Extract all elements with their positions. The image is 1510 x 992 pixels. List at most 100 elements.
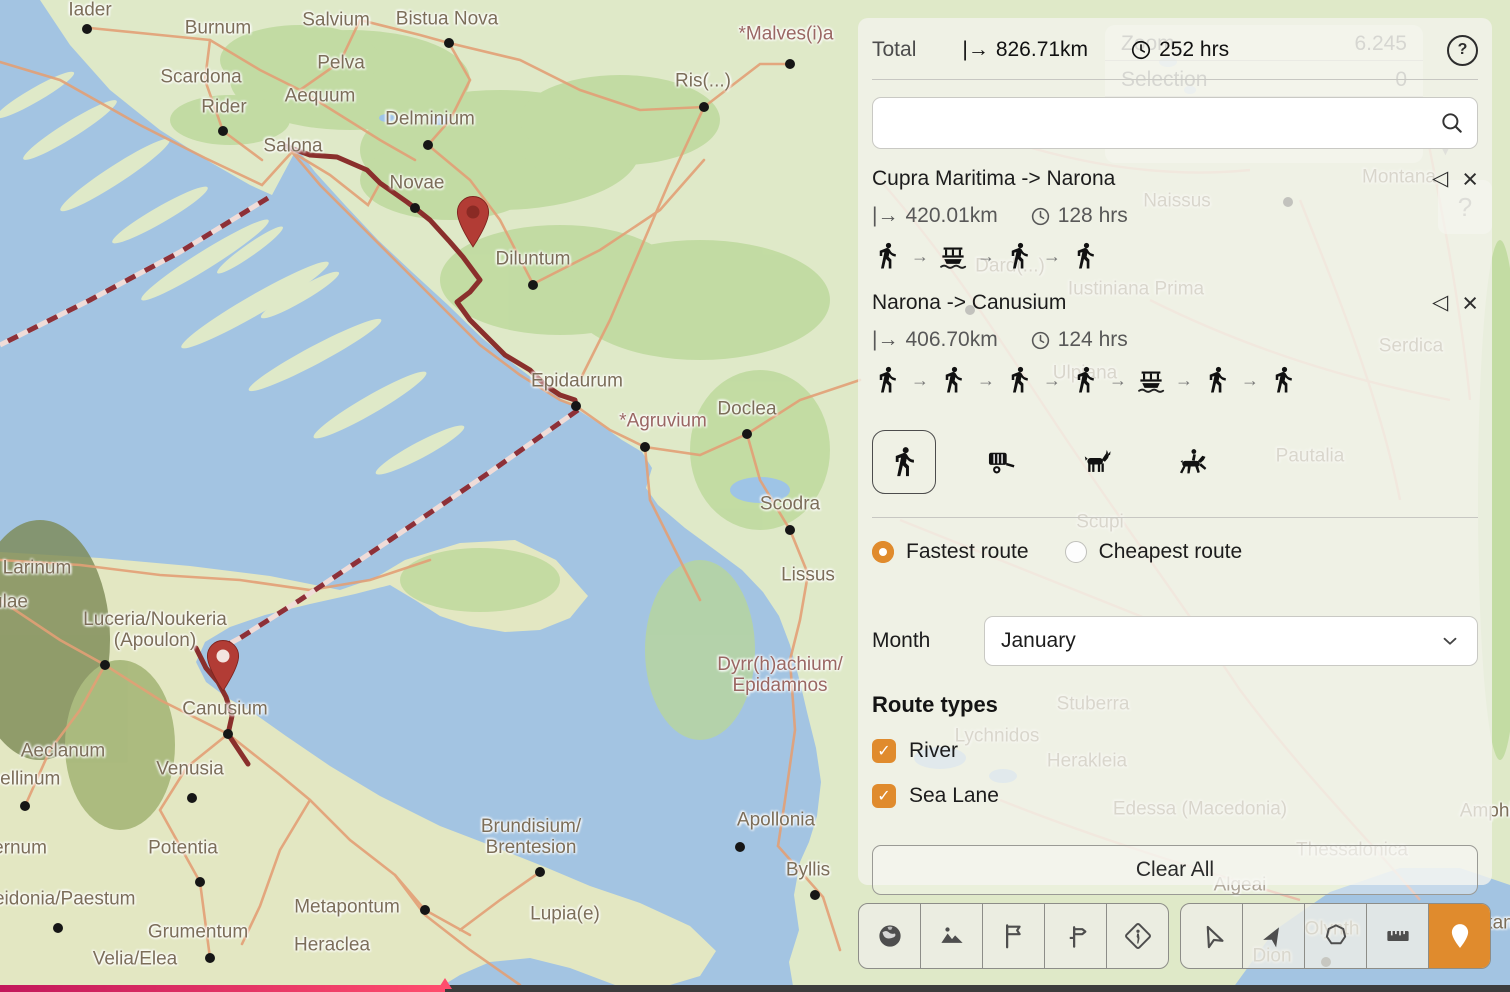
radio-unselected-icon[interactable] [1065,541,1087,563]
city-dot[interactable] [785,525,795,535]
ferry-icon [938,241,968,271]
distance-icon: |→ [962,38,988,62]
city-dot[interactable] [735,842,745,852]
toolbar-globe-button[interactable] [859,904,921,968]
segment-collapse-button[interactable]: ◁ [1432,290,1448,315]
map-tools-toolbar [1180,903,1491,969]
search-button[interactable] [1427,98,1477,148]
polygon-icon [1321,921,1351,951]
checkbox-river[interactable]: ✓ [872,739,896,763]
walk-icon [1202,365,1232,395]
landscape-icon [937,921,967,951]
walk-icon [887,445,921,479]
segment-distance: 420.01km [905,204,997,228]
clear-all-button[interactable]: Clear All [872,845,1478,895]
segment-close-button[interactable]: × [1462,293,1478,313]
city-dot[interactable] [82,24,92,34]
scrubber-handle[interactable] [438,978,452,989]
transport-mode-walk-selected[interactable] [872,430,936,494]
video-scrubber[interactable] [0,985,1510,992]
month-select[interactable]: January [984,616,1478,666]
city-dot[interactable] [100,660,110,670]
radio-selected-icon[interactable] [872,541,894,563]
arrow-right-icon: → [1043,370,1061,391]
transport-mode-horse[interactable] [1162,431,1224,493]
city-dot[interactable] [640,442,650,452]
arrow-right-icon: → [911,246,929,267]
walk-icon [1070,365,1100,395]
search-icon [1439,110,1465,136]
route-panel: Total |→ 826.71km 252 hrs ? Cupra [858,18,1492,885]
toolbar-polygon-button[interactable] [1305,904,1367,968]
segment-collapse-button[interactable]: ◁ [1432,166,1448,191]
panel-header: Total |→ 826.71km 252 hrs ? [872,28,1478,72]
city-dot[interactable] [20,801,30,811]
walk-icon [938,365,968,395]
toolbar-nav-outline-button[interactable] [1181,904,1243,968]
city-dot[interactable] [187,793,197,803]
route-option-radios: Fastest route Cheapest route [872,517,1478,564]
segment-title: Cupra Maritima -> Narona [872,167,1115,191]
city-dot[interactable] [528,280,538,290]
radio-fastest-route[interactable]: Fastest route [872,540,1029,564]
city-dot[interactable] [423,140,433,150]
arrow-right-icon: → [977,370,995,391]
toolbar-signpost-button[interactable] [1045,904,1107,968]
city-dot[interactable] [53,923,63,933]
walk-icon [872,365,902,395]
ferry-icon [1136,365,1166,395]
walk-icon [1070,241,1100,271]
city-dot[interactable] [742,429,752,439]
cart-icon [984,445,1018,479]
app-window: IaderBurnumSalviumBistua NovaPelvaScardo… [0,0,1510,992]
arrow-right-icon: → [1175,370,1193,391]
transport-mode-cart[interactable] [970,431,1032,493]
arrow-right-icon: → [1109,370,1127,391]
nav-filled-icon [1259,921,1289,951]
city-dot[interactable] [223,729,233,739]
city-dot[interactable] [571,401,581,411]
ped-diamond-icon [1123,921,1153,951]
city-dot[interactable] [785,59,795,69]
route-types-heading: Route types [872,692,1478,718]
transport-mode-selector [872,431,1478,493]
city-dot[interactable] [195,877,205,887]
toolbar-flag-button[interactable] [983,904,1045,968]
city-dot[interactable] [218,126,228,136]
panel-help-button[interactable]: ? [1447,35,1478,66]
radio-cheapest-route[interactable]: Cheapest route [1065,540,1243,564]
month-value: January [1001,629,1076,653]
toolbar-landscape-button[interactable] [921,904,983,968]
signpost-icon [1061,921,1091,951]
segment-duration: 128 hrs [1058,204,1128,228]
toolbar-ped-diamond-button[interactable] [1107,904,1168,968]
walk-icon [1004,241,1034,271]
total-distance: |→ 826.71km [962,38,1088,62]
radio-label: Fastest route [906,540,1029,564]
city-dot[interactable] [420,905,430,915]
clock-icon [1030,330,1051,351]
scrubber-progress [0,985,445,992]
toolbar-nav-filled-button[interactable] [1243,904,1305,968]
city-dot[interactable] [410,203,420,213]
transport-mode-donkey[interactable] [1066,431,1128,493]
nav-outline-icon [1197,921,1227,951]
walk-icon [1268,365,1298,395]
segment-close-button[interactable]: × [1462,169,1478,189]
route-segment: Narona -> Canusium◁×|→406.70km124 hrs→→→… [872,290,1478,397]
segment-mode-sequence: →→→→→→ [872,363,1478,397]
city-dot[interactable] [699,102,709,112]
distance-icon: |→ [872,328,898,352]
city-dot[interactable] [205,953,215,963]
flag-icon [999,921,1029,951]
checkbox-sea-lane[interactable]: ✓ [872,784,896,808]
toolbar-pin-button[interactable] [1429,904,1490,968]
city-dot[interactable] [810,890,820,900]
route-type-row: ✓Sea Lane [872,784,1478,808]
search-input[interactable] [873,98,1427,148]
arrow-right-icon: → [977,246,995,267]
route-segments: Cupra Maritima -> Narona ◁ × |→ 420.01km 128 … [872,166,1478,397]
city-dot[interactable] [444,38,454,48]
city-dot[interactable] [535,867,545,877]
toolbar-ruler-button[interactable] [1367,904,1429,968]
